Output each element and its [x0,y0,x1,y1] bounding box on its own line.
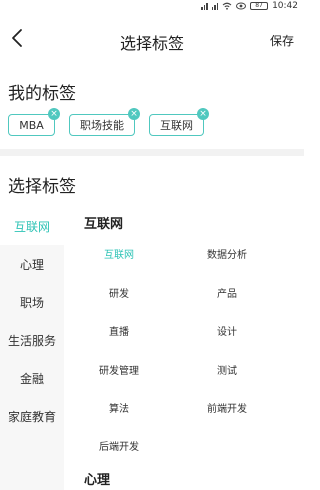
category-item-finance[interactable]: 金融 [0,359,64,397]
group-title: 互联网 [84,217,124,232]
tag-panel: 互联网 互联网 数据分析 研发 产品 直播 设计 研发管理 测试 算法 前端开发… [64,207,304,490]
signal-icon [211,2,219,10]
page-title: 选择标签 [119,34,184,53]
tag-option[interactable]: 直播 [69,323,169,338]
tag-option[interactable]: 数据分析 [177,246,277,261]
tag-chip-label: 职场技能 [80,119,124,132]
tag-chip-label: MBA [19,118,44,132]
status-time: 10:42 [272,1,298,11]
tag-option[interactable]: 前端开发 [177,400,277,415]
category-sidebar: 互联网 心理 职场 生活服务 金融 家庭教育 [0,207,64,490]
tag-option[interactable]: 测试 [177,362,277,377]
tag-option[interactable]: 后端开发 [69,438,169,453]
signal-icon [201,2,208,10]
category-item-life-services[interactable]: 生活服务 [0,321,64,359]
tag-chip[interactable]: MBA × [8,108,60,136]
my-tags-title: 我的标签 [8,84,76,104]
eye-icon [236,2,247,10]
tag-option[interactable]: 研发 [69,285,169,300]
tag-chip[interactable]: 职场技能 × [69,108,140,136]
battery-level: 87 [255,2,263,9]
tag-chip-label: 互联网 [160,119,193,132]
group-title: 心理 [84,473,111,488]
category-item-psychology[interactable]: 心理 [0,245,64,283]
select-tags-title: 选择标签 [8,177,76,197]
status-icons: 87 10:42 [201,0,298,12]
tag-option[interactable]: 算法 [69,400,169,415]
tag-option[interactable]: 设计 [177,323,277,338]
wifi-icon [222,2,232,10]
tag-option[interactable]: 产品 [177,285,277,300]
category-item-family-education[interactable]: 家庭教育 [0,397,64,435]
top-nav: 选择标签 保存 [0,14,304,64]
tag-chip[interactable]: 互联网 × [149,108,209,136]
tag-option[interactable]: 研发管理 [69,362,169,377]
close-icon[interactable]: × [128,108,140,120]
battery-icon: 87 [250,2,269,10]
status-bar: 87 10:42 [0,0,304,12]
category-item-workplace[interactable]: 职场 [0,283,64,321]
save-button[interactable]: 保存 [270,32,294,49]
close-icon[interactable]: × [197,108,209,120]
category-item-internet[interactable]: 互联网 [0,207,64,245]
section-divider [0,149,304,156]
tag-option[interactable]: 互联网 [69,246,169,261]
close-icon[interactable]: × [48,108,60,120]
